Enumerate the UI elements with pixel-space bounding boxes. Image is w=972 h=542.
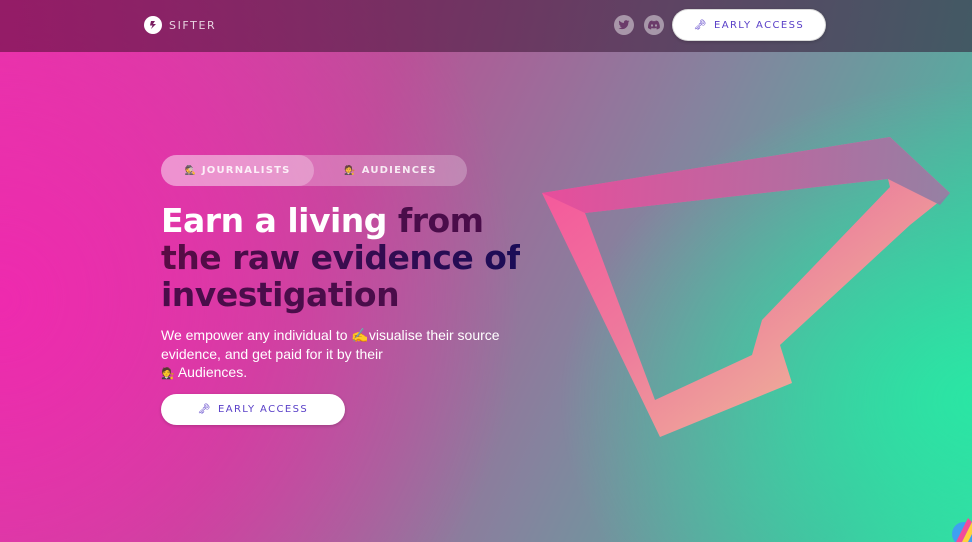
tab-audiences-label: AUDIENCES (361, 165, 437, 176)
decorative-3d-frame (542, 137, 950, 437)
discord-icon (648, 20, 660, 30)
discord-link[interactable] (644, 15, 664, 35)
judge-icon: 🧑‍⚖️ (344, 165, 357, 176)
judge-icon: 🧑‍⚖️ (161, 368, 175, 380)
headline-part2: from (397, 201, 484, 240)
twitter-icon (618, 20, 630, 30)
hero-headline: Earn a living from the raw evidence of i… (161, 202, 541, 313)
tab-journalists-label: JOURNALISTS (201, 165, 291, 176)
logo[interactable]: SIFTER (144, 16, 216, 34)
subtext-part3: Audiences. (174, 364, 248, 380)
tab-audiences[interactable]: 🧑‍⚖️ AUDIENCES (314, 155, 467, 186)
corner-badge[interactable] (946, 516, 972, 542)
logo-text: SIFTER (169, 18, 217, 32)
headline-line2: the raw evidence of (161, 238, 521, 277)
writing-hand-icon: ✍️ (351, 327, 369, 343)
key-icon: 🗝 (197, 404, 212, 415)
tab-journalists[interactable]: 🕵 JOURNALISTS (161, 155, 314, 186)
headline-line3: investigation (161, 275, 400, 314)
header-early-access-button[interactable]: 🗝 EARLY ACCESS (672, 9, 826, 41)
logo-icon (144, 16, 162, 34)
header-early-access-label: EARLY ACCESS (714, 19, 805, 31)
audience-toggle: 🕵 JOURNALISTS 🧑‍⚖️ AUDIENCES (161, 155, 467, 186)
subtext-part1: We empower any individual to (161, 327, 352, 343)
hero-early-access-button[interactable]: 🗝 EARLY ACCESS (161, 394, 345, 425)
hero-early-access-label: EARLY ACCESS (218, 404, 309, 415)
hero-subtext: We empower any individual to ✍️visualise… (161, 326, 501, 384)
headline-part1: Earn a living (161, 201, 398, 240)
colorful-logo-icon (952, 518, 972, 542)
twitter-link[interactable] (614, 15, 634, 35)
detective-icon: 🕵 (184, 165, 197, 176)
key-icon: 🗝 (693, 19, 708, 31)
